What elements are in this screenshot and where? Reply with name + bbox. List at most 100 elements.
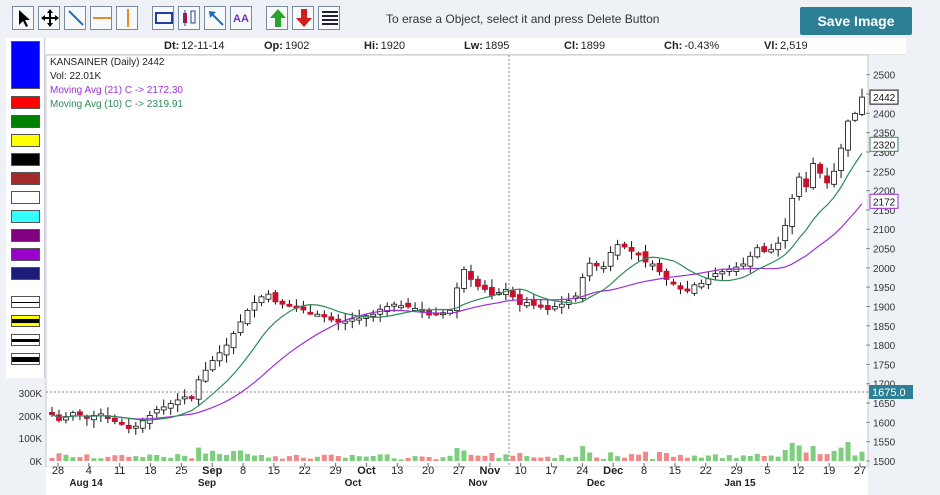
candle-body (258, 296, 265, 304)
legend-ma21: Moving Avg (21) C -> 2172.30 (50, 85, 183, 96)
candle-body (810, 163, 817, 188)
volume-tick-label: 200K (19, 412, 43, 423)
volume-bar (210, 450, 216, 461)
candle-body (251, 302, 258, 311)
x-tick-label: 8 (641, 465, 647, 477)
x-tick-label: 27 (854, 465, 866, 477)
volume-bar (482, 455, 488, 461)
volume-bar (475, 455, 481, 461)
candle-body (754, 247, 761, 258)
candle-body (307, 311, 314, 315)
volume-bar (126, 456, 132, 461)
volume-tick-label: 300K (19, 389, 43, 400)
x-tick-label: Nov (479, 465, 501, 477)
volume-bar (405, 457, 411, 461)
volume-bar (272, 456, 278, 461)
volume-bar (782, 449, 788, 461)
candle-body (789, 197, 796, 227)
price-tick-label: 1750 (873, 360, 896, 371)
volume-bar (789, 442, 795, 461)
candle-body (852, 112, 858, 121)
volume-bar (98, 458, 104, 461)
candle-body (244, 309, 251, 325)
volume-bar (761, 456, 767, 461)
legend-ma10: Moving Avg (10) C -> 2319.91 (50, 99, 183, 110)
x-tick-label: 10 (515, 465, 527, 477)
volume-bar (608, 452, 614, 461)
candle-body (265, 293, 272, 300)
price-tick-label: 1950 (873, 283, 896, 294)
volume-bar (496, 457, 502, 461)
volume-bar (398, 459, 404, 461)
volume-bar (691, 455, 697, 461)
volume-bar (810, 446, 816, 461)
volume-bar (335, 456, 341, 461)
candle-body (740, 263, 747, 267)
volume-bar (189, 458, 195, 461)
volume-bar (726, 455, 732, 461)
volume-bar (845, 442, 851, 461)
candle-body (551, 306, 558, 310)
candle-body (118, 422, 125, 425)
candle-body (523, 302, 530, 307)
volume-bar (838, 447, 844, 461)
x-tick-label: 12 (792, 465, 804, 477)
candle-body (698, 282, 705, 288)
volume-bar (489, 452, 495, 461)
candle-body (125, 424, 132, 429)
x-tick-label: 15 (669, 465, 681, 477)
volume-bar (573, 456, 579, 461)
candle-body (160, 406, 167, 411)
volume-bar (433, 459, 439, 461)
volume-bar (77, 457, 83, 461)
candle-body (593, 263, 600, 267)
candle-body (796, 176, 803, 197)
volume-bar (594, 457, 600, 461)
candle-body (328, 316, 335, 321)
volume-bar (203, 453, 209, 461)
volume-bar (133, 456, 139, 461)
volume-bar (342, 457, 348, 461)
volume-bar (643, 451, 649, 461)
volume-bar (119, 454, 125, 461)
volume-bar (629, 454, 635, 461)
volume-bar (154, 455, 160, 461)
volume-bar (447, 455, 453, 461)
volume-bar (657, 451, 662, 461)
volume-bar (328, 454, 334, 461)
candle-body (838, 147, 844, 171)
candle-body (775, 242, 782, 251)
x-tick-label: 28 (52, 465, 64, 477)
volume-bar (356, 456, 362, 461)
volume-bar (293, 454, 299, 461)
x-tick-label: 5 (764, 465, 770, 477)
candle-body (817, 163, 824, 174)
candlestick-chart[interactable]: 1500155016001650170017501800185019001950… (0, 0, 940, 495)
candle-body (286, 303, 293, 307)
volume-bar (552, 458, 558, 461)
volume-bar (147, 454, 153, 461)
candle-body (174, 399, 181, 406)
volume-bar (677, 454, 683, 461)
candle-body (272, 292, 279, 303)
x-tick-label: 22 (299, 465, 311, 477)
candle-body (132, 425, 139, 429)
candle-body (349, 318, 356, 322)
candle-body (670, 281, 677, 285)
candle-body (230, 333, 237, 349)
candle-body (475, 278, 481, 287)
x-tick-label: 18 (144, 465, 156, 477)
x-tick-label: Sep (202, 465, 222, 477)
candle-body (600, 266, 607, 270)
candle-body (195, 379, 202, 400)
x-tick-label: 24 (576, 465, 588, 477)
volume-bar (286, 456, 292, 461)
volume-bar (740, 455, 746, 461)
volume-bar (265, 457, 271, 461)
volume-bar (391, 458, 397, 461)
candle-body (642, 251, 649, 263)
x-tick-label: 15 (268, 465, 280, 477)
candle-body (824, 175, 830, 184)
volume-bar (224, 455, 230, 461)
volume-tick-label: 0K (30, 457, 43, 468)
